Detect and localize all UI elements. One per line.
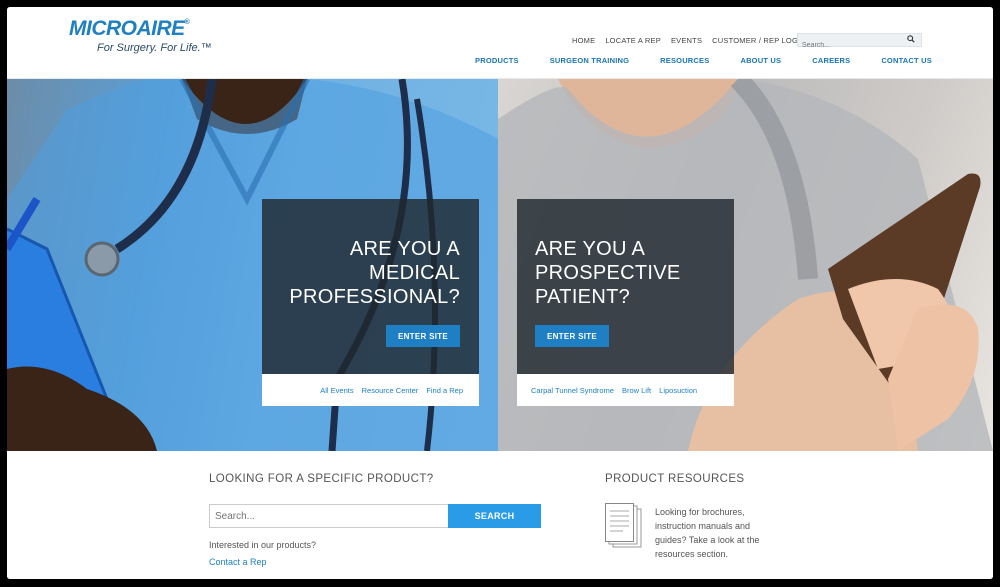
medical-panel-heading: ARE YOU A MEDICAL PROFESSIONAL? xyxy=(289,238,460,308)
header-search xyxy=(797,33,922,52)
browser-frame: MICROAIRE® For Surgery. For Life.™ HOME … xyxy=(7,7,993,579)
link-find-a-rep[interactable]: Find a Rep xyxy=(426,386,463,395)
lower-section: LOOKING FOR A SPECIFIC PRODUCT? SEARCH I… xyxy=(7,451,993,579)
product-search-heading: LOOKING FOR A SPECIFIC PRODUCT? xyxy=(209,473,434,485)
nav-contact-us[interactable]: CONTACT US xyxy=(881,56,932,65)
products-interest-text: Interested in our products? xyxy=(209,540,317,550)
product-resources-description: Looking for brochures, instruction manua… xyxy=(655,507,760,559)
link-all-events[interactable]: All Events xyxy=(320,386,353,395)
util-nav-home[interactable]: HOME xyxy=(572,36,595,45)
nav-careers[interactable]: CAREERS xyxy=(812,56,850,65)
patient-enter-site-button[interactable]: ENTER SITE xyxy=(535,325,609,347)
medical-professional-panel: ARE YOU A MEDICAL PROFESSIONAL? ENTER SI… xyxy=(262,199,479,406)
patient-panel-heading: ARE YOU A PROSPECTIVE PATIENT? xyxy=(535,238,681,308)
search-icon[interactable] xyxy=(907,35,915,43)
link-liposuction[interactable]: Liposuction xyxy=(659,386,697,395)
nav-products[interactable]: PRODUCTS xyxy=(475,56,519,65)
util-nav-events[interactable]: EVENTS xyxy=(671,36,702,45)
logo-tagline: For Surgery. For Life.™ xyxy=(97,42,212,54)
contact-rep-link[interactable]: Contact a Rep xyxy=(209,557,267,567)
patient-panel-overlay: ARE YOU A PROSPECTIVE PATIENT? ENTER SIT… xyxy=(517,199,734,374)
header-search-input[interactable] xyxy=(798,39,898,52)
main-nav: PRODUCTS SURGEON TRAINING RESOURCES ABOU… xyxy=(475,56,932,65)
util-nav-locate-rep[interactable]: LOCATE A REP xyxy=(605,36,661,45)
medical-quick-links: All Events Resource Center Find a Rep xyxy=(262,374,479,406)
patient-quick-links: Carpal Tunnel Syndrome Brow Lift Liposuc… xyxy=(517,374,734,406)
nav-resources[interactable]: RESOURCES xyxy=(660,56,709,65)
site-header: MICROAIRE® For Surgery. For Life.™ HOME … xyxy=(7,7,993,79)
logo[interactable]: MICROAIRE® For Surgery. For Life.™ xyxy=(69,17,212,54)
link-brow-lift[interactable]: Brow Lift xyxy=(622,386,651,395)
nav-about-us[interactable]: ABOUT US xyxy=(740,56,781,65)
link-carpal-tunnel[interactable]: Carpal Tunnel Syndrome xyxy=(531,386,614,395)
documents-icon xyxy=(605,503,642,548)
product-search-button[interactable]: SEARCH xyxy=(448,504,541,528)
hero: ARE YOU A MEDICAL PROFESSIONAL? ENTER SI… xyxy=(7,79,993,451)
utility-nav: HOME LOCATE A REP EVENTS CUSTOMER / REP … xyxy=(572,36,806,45)
link-resource-center[interactable]: Resource Center xyxy=(362,386,419,395)
product-search-input[interactable] xyxy=(209,504,449,528)
util-nav-login[interactable]: CUSTOMER / REP LOGIN xyxy=(712,36,806,45)
logo-wordmark: MICROAIRE® xyxy=(69,17,190,40)
product-resources-heading: PRODUCT RESOURCES xyxy=(605,473,745,485)
nav-surgeon-training[interactable]: SURGEON TRAINING xyxy=(550,56,629,65)
medical-panel-overlay: ARE YOU A MEDICAL PROFESSIONAL? ENTER SI… xyxy=(262,199,479,374)
prospective-patient-panel: ARE YOU A PROSPECTIVE PATIENT? ENTER SIT… xyxy=(517,199,734,406)
medical-enter-site-button[interactable]: ENTER SITE xyxy=(386,325,460,347)
